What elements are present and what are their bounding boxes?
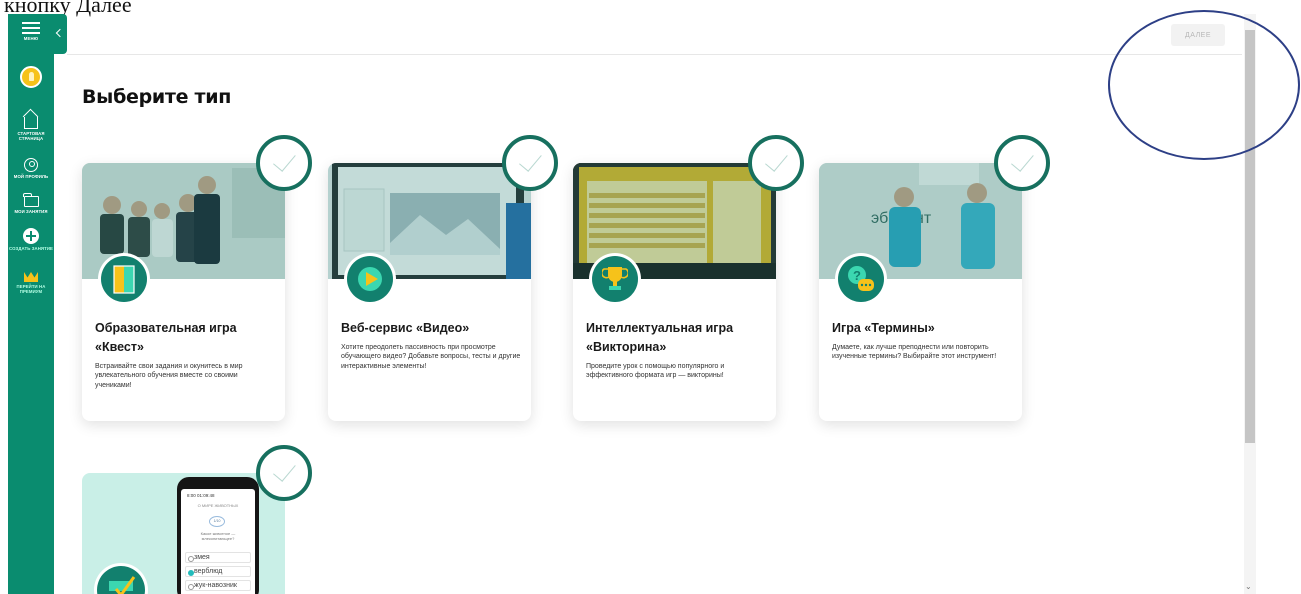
phone-option: змея [185,552,251,563]
sidebar-item-lessons[interactable]: МОИ ЗАНЯТИЯ [8,193,54,214]
door-icon [101,256,147,302]
card-title: Игра «Термины» [832,321,935,335]
scroll-down-arrow-icon[interactable]: ⌄ [1245,582,1252,591]
select-check-icon[interactable] [502,135,558,191]
card-description: Встраивайте свои задания и окунитесь в м… [95,363,243,389]
phone-screen: 8:00 01:09:48 О МИРЕ ЖИВОТНЫХ 1/10 Какое… [181,489,255,594]
header-divider [67,54,1242,55]
card-quiz[interactable]: Интеллектуальная игра «Викторина» Провед… [573,163,776,421]
select-check-icon[interactable] [256,135,312,191]
card-badge [94,563,148,594]
sidebar-item-home[interactable]: СТАРТОВАЯ СТРАНИЦА [8,112,54,141]
plus-icon [23,228,39,244]
phone-header: О МИРЕ ЖИВОТНЫХ [197,503,239,508]
sidebar-item-premium[interactable]: ПЕРЕЙТИ НА ПРЕМИУМ [8,272,54,294]
folder-icon [22,193,39,207]
home-icon [24,117,38,129]
select-check-icon[interactable] [256,445,312,501]
sidebar-item-create[interactable]: СОЗДАТЬ ЗАНЯТИЕ [8,228,54,251]
card-description: Хотите преодолеть пассивность при просмо… [341,344,521,370]
page: кнопку Далее МЕНЮ СТАРТОВАЯ СТРАНИЦА МОЙ… [0,0,1301,594]
trophy-icon [592,256,638,302]
card-description: Проведите урок с помощью популярного и э… [586,363,725,380]
card-terms[interactable]: эборант ? Игра «Термины» Думаете, как лу… [819,163,1022,421]
hamburger-icon [22,22,40,34]
phone-option: жук-навозник [185,580,251,591]
card-quest[interactable]: Образовательная игра «Квест» Встраивайте… [82,163,285,421]
highlight-ellipse [1108,10,1300,160]
phone-option: верблюд [185,566,251,577]
sidebar-item-label: МОЙ ПРОФИЛЬ [13,174,49,179]
card-title: Веб-сервис «Видео» [341,321,470,335]
page-title: Выберите тип [82,86,232,108]
card-title: Интеллектуальная игра «Викторина» [586,321,734,354]
question-chat-icon: ? [838,256,884,302]
logo[interactable] [8,66,54,88]
checklist-icon [97,566,145,594]
user-icon [24,158,38,172]
card-description: Думаете, как лучше преподнести или повто… [832,344,997,361]
sidebar-item-label: СОЗДАТЬ ЗАНЯТИЕ [9,246,53,251]
sidebar-item-label: МОИ ЗАНЯТИЯ [14,209,48,214]
menu-label: МЕНЮ [23,36,39,41]
card-test[interactable]: 8:00 01:09:48 О МИРЕ ЖИВОТНЫХ 1/10 Какое… [82,473,285,594]
card-badge: ? [835,253,887,305]
phone-time: 8:00 01:09:48 [187,493,215,498]
sidebar-collapse-button[interactable] [54,14,67,54]
card-title: Образовательная игра «Квест» [95,321,237,354]
card-badge [98,253,150,305]
phone-counter: 1/10 [209,516,225,527]
select-check-icon[interactable] [994,135,1050,191]
crown-icon [24,272,38,282]
sidebar-item-profile[interactable]: МОЙ ПРОФИЛЬ [8,158,54,179]
sidebar: МЕНЮ СТАРТОВАЯ СТРАНИЦА МОЙ ПРОФИЛЬ МОИ … [8,14,54,594]
sidebar-item-label: СТАРТОВАЯ СТРАНИЦА [17,131,45,141]
menu-button[interactable]: МЕНЮ [8,16,54,41]
card-badge [344,253,396,305]
phone-image: 8:00 01:09:48 О МИРЕ ЖИВОТНЫХ 1/10 Какое… [177,477,259,594]
play-puzzle-icon [347,256,393,302]
sidebar-item-label: ПЕРЕЙТИ НА ПРЕМИУМ [16,284,46,294]
card-video[interactable]: Веб-сервис «Видео» Хотите преодолеть пас… [328,163,531,421]
lightbulb-icon [20,66,42,88]
phone-question: Какое животное — млекопитающее? [200,531,236,541]
card-badge [589,253,641,305]
select-check-icon[interactable] [748,135,804,191]
